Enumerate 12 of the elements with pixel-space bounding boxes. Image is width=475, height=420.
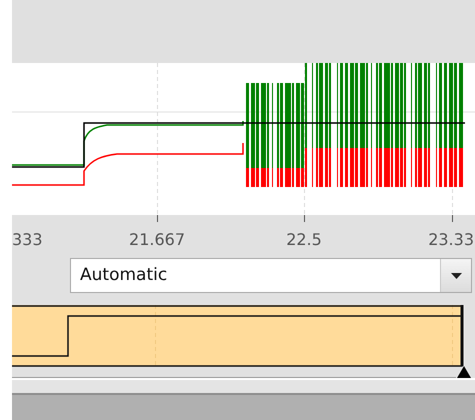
axis-tick-label: 23.33	[428, 230, 474, 250]
axis-tick-label: 22.5	[286, 230, 322, 250]
mode-dropdown[interactable]: Automatic	[70, 258, 472, 293]
output-value-bar	[459, 148, 463, 187]
output-value-bar	[345, 148, 348, 187]
axis-tick-label: 21.667	[129, 230, 185, 250]
output-value-bar	[444, 148, 447, 187]
axis-tick-label: 333	[12, 230, 43, 250]
dropdown-caret-icon[interactable]	[450, 272, 462, 278]
output-value-bar	[340, 148, 343, 187]
output-value-bar	[439, 148, 442, 187]
output-value-bar	[246, 168, 249, 187]
